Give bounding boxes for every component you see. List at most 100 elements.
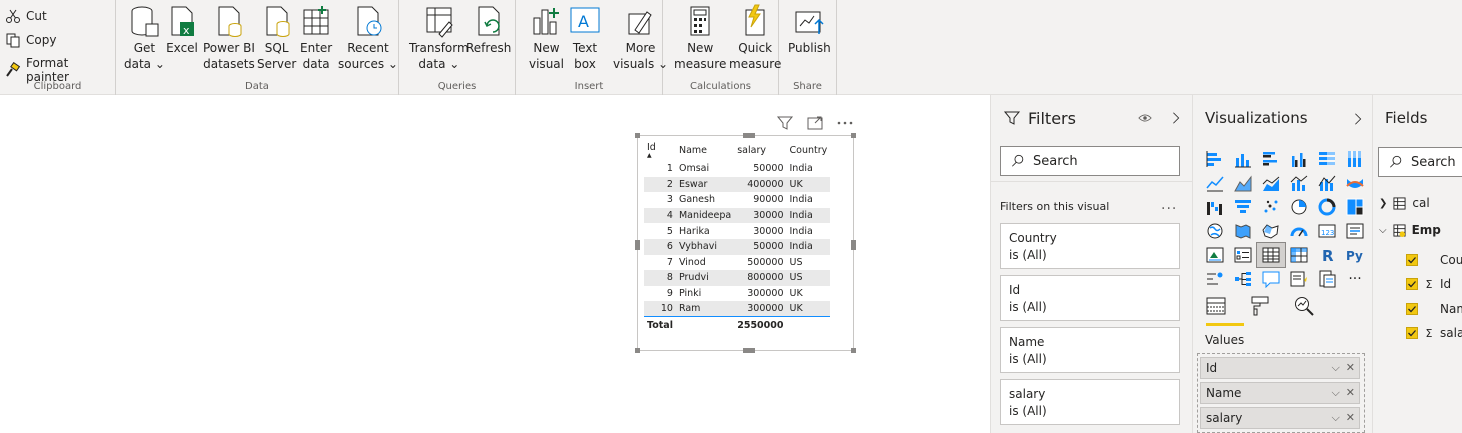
values-field-id[interactable]: Id ⌵ ✕ <box>1200 357 1360 379</box>
close-icon[interactable]: ✕ <box>1346 386 1355 400</box>
format-painter-button[interactable]: Format painter <box>5 56 115 84</box>
table-row[interactable]: 1 Omsai 50000 India <box>644 161 830 177</box>
visual-type-kpi[interactable] <box>1201 243 1229 267</box>
recent-sources-button[interactable]: Recent sources ⌄ <box>338 4 398 72</box>
copy-button[interactable]: Copy <box>5 32 56 48</box>
table-row[interactable]: 3 Ganesh 90000 India <box>644 192 830 208</box>
checked-checkbox-icon[interactable] <box>1406 303 1418 315</box>
visual-type-donut-chart[interactable] <box>1313 195 1341 219</box>
visual-type-100-column-chart[interactable] <box>1341 147 1369 171</box>
chevron-down-icon[interactable]: ⌵ <box>1379 225 1387 236</box>
visual-type-stacked-bar-chart[interactable] <box>1201 147 1229 171</box>
values-field-name[interactable]: Name ⌵ ✕ <box>1200 382 1360 404</box>
visual-type-more-visuals-ellipsis[interactable]: ··· <box>1341 267 1369 291</box>
table-row[interactable]: 5 Harika 30000 India <box>644 223 830 239</box>
visual-type-key-influencers[interactable] <box>1201 267 1229 291</box>
visual-type-clustered-column-chart[interactable] <box>1285 147 1313 171</box>
table-row[interactable]: 2 Eswar 400000 UK <box>644 176 831 193</box>
resize-handle-right[interactable] <box>851 240 856 250</box>
visual-type-filled-map[interactable] <box>1229 219 1257 243</box>
eye-icon[interactable] <box>1138 111 1152 125</box>
close-icon[interactable]: ✕ <box>1346 411 1355 425</box>
cut-button[interactable]: Cut <box>5 8 47 24</box>
collapse-filters-chevron-icon[interactable] <box>1169 111 1183 125</box>
visual-type-gauge[interactable] <box>1285 219 1313 243</box>
visual-type-python-visual[interactable]: Py <box>1341 243 1369 267</box>
filter-card-name[interactable]: Name is (All) <box>1000 327 1180 373</box>
resize-handle-top[interactable] <box>743 133 755 138</box>
visual-type-scatter-chart[interactable] <box>1257 195 1285 219</box>
filter-card-country[interactable]: Country is (All) <box>1000 223 1180 269</box>
focus-mode-icon[interactable] <box>806 114 824 132</box>
visual-type-funnel-chart[interactable] <box>1229 195 1257 219</box>
column-header-salary[interactable]: salary <box>734 140 786 161</box>
visual-type-map[interactable] <box>1201 219 1229 243</box>
visual-type-treemap[interactable] <box>1341 195 1369 219</box>
refresh-button[interactable]: Refresh <box>466 4 511 56</box>
values-field-salary[interactable]: salary ⌵ ✕ <box>1200 407 1360 429</box>
filters-more-options[interactable]: ... <box>1161 197 1177 213</box>
table-node-cal[interactable]: ❯ cal <box>1379 196 1430 210</box>
sql-server-button[interactable]: SQL Server <box>257 4 296 72</box>
emp-table[interactable]: Id ▲ Name salary Country 1 Omsai 50000 India… <box>644 140 831 334</box>
transform-data-button[interactable]: Transform data ⌄ <box>409 4 469 72</box>
text-box-button[interactable]: A Text box <box>569 4 601 72</box>
visual-type-line-column-chart[interactable] <box>1285 171 1313 195</box>
more-visuals-button[interactable]: More visuals ⌄ <box>613 4 668 72</box>
visual-type-100-bar-chart[interactable] <box>1313 147 1341 171</box>
quick-measure-button[interactable]: Quick measure <box>729 4 781 72</box>
excel-button[interactable]: x Excel <box>166 4 198 56</box>
table-row[interactable]: 10 Ram 300000 UK <box>644 301 831 317</box>
fields-tab-icon[interactable] <box>1205 295 1227 317</box>
filter-icon[interactable] <box>776 114 794 132</box>
resize-handle-bottom-left[interactable] <box>635 348 640 353</box>
chevron-down-icon[interactable]: ⌵ <box>1331 411 1339 425</box>
table-row[interactable]: 9 Pinki 300000 UK <box>644 286 830 302</box>
visual-type-slicer[interactable] <box>1229 243 1257 267</box>
field-id[interactable]: Σ Id <box>1406 277 1451 291</box>
field-name[interactable]: Nam <box>1406 302 1462 316</box>
visual-type-matrix[interactable] <box>1285 243 1313 267</box>
new-visual-button[interactable]: New visual <box>529 4 564 72</box>
powerbi-datasets-button[interactable]: Power BI datasets <box>203 4 255 72</box>
table-row[interactable]: 8 Prudvi 800000 US <box>644 270 831 286</box>
visual-type-stacked-column-chart[interactable] <box>1229 147 1257 171</box>
resize-handle-top-left[interactable] <box>635 133 640 138</box>
analytics-magnifier-icon[interactable] <box>1293 295 1315 317</box>
visual-type-ribbon-chart[interactable] <box>1341 171 1369 195</box>
filter-card-id[interactable]: Id is (All) <box>1000 275 1180 321</box>
chevron-right-icon[interactable]: ❯ <box>1379 198 1387 209</box>
visual-type-line-stacked-column[interactable] <box>1313 171 1341 195</box>
visual-type-card[interactable]: 123 <box>1313 219 1341 243</box>
field-salary[interactable]: Σ sala <box>1406 326 1462 340</box>
checked-checkbox-icon[interactable] <box>1406 278 1418 290</box>
visual-type-decomposition-tree[interactable] <box>1229 267 1257 291</box>
resize-handle-bottom-right[interactable] <box>851 348 856 353</box>
collapse-visualizations-chevron-icon[interactable] <box>1351 112 1365 126</box>
checked-checkbox-icon[interactable] <box>1406 254 1418 266</box>
visual-type-r-visual[interactable]: R <box>1313 243 1341 267</box>
visual-type-multi-row-card[interactable] <box>1341 219 1369 243</box>
values-well[interactable]: Id ⌵ ✕ Name ⌵ ✕ salary ⌵ ✕ <box>1197 353 1365 433</box>
chevron-down-icon[interactable]: ⌵ <box>1331 361 1339 375</box>
enter-data-button[interactable]: Enter data <box>300 4 332 72</box>
filters-search-input[interactable]: Search <box>1000 146 1180 176</box>
visual-type-qna[interactable] <box>1257 267 1285 291</box>
visual-type-paginated-report[interactable] <box>1313 267 1341 291</box>
table-node-emp[interactable]: ⌵ Emp <box>1379 223 1441 237</box>
resize-handle-top-right[interactable] <box>851 133 856 138</box>
resize-handle-left[interactable] <box>635 240 640 250</box>
close-icon[interactable]: ✕ <box>1346 361 1355 375</box>
table-row[interactable]: 7 Vinod 500000 US <box>644 255 830 271</box>
table-row[interactable]: 6 Vybhavi 50000 India <box>644 238 831 255</box>
visual-type-shape-map[interactable] <box>1257 219 1285 243</box>
fields-search-input[interactable]: Search <box>1378 147 1462 177</box>
visual-type-stacked-area-chart[interactable] <box>1257 171 1285 195</box>
column-header-id[interactable]: Id ▲ <box>644 140 676 161</box>
column-header-name[interactable]: Name <box>676 140 734 161</box>
visual-type-clustered-bar-chart[interactable] <box>1257 147 1285 171</box>
publish-button[interactable]: Publish <box>788 4 831 56</box>
more-options-icon[interactable] <box>836 114 854 132</box>
format-roller-icon[interactable] <box>1249 295 1271 317</box>
filter-card-salary[interactable]: salary is (All) <box>1000 379 1180 425</box>
